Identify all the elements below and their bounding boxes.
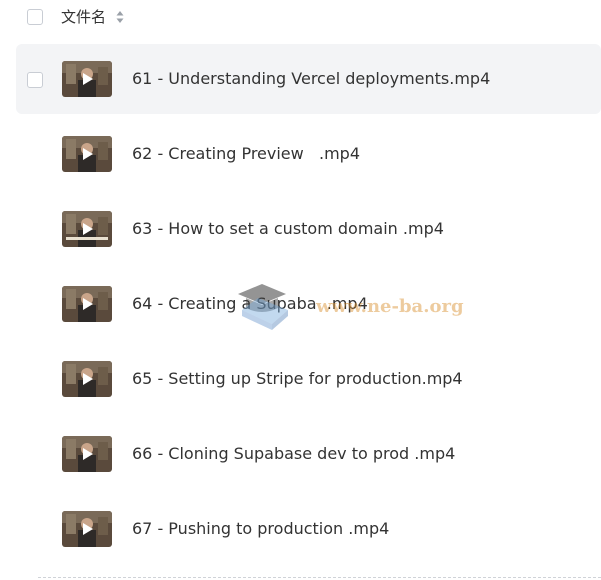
file-row[interactable]: 65 - Setting up Stripe for production.mp… xyxy=(16,344,601,414)
file-name[interactable]: 65 - Setting up Stripe for production.mp… xyxy=(132,368,463,390)
sort-icon[interactable] xyxy=(116,10,124,24)
video-thumbnail xyxy=(62,511,112,547)
video-thumbnail xyxy=(62,286,112,322)
column-header-filename[interactable]: 文件名 xyxy=(61,7,106,27)
file-row[interactable]: 61 - Understanding Vercel deployments.mp… xyxy=(16,44,601,114)
file-name[interactable]: 66 - Cloning Supabase dev to prod .mp4 xyxy=(132,443,455,465)
video-thumbnail xyxy=(62,361,112,397)
file-list-header: 文件名 xyxy=(0,0,601,38)
watermark-text: www.ne-ba.org xyxy=(316,296,464,317)
file-row[interactable]: 66 - Cloning Supabase dev to prod .mp4 xyxy=(16,419,601,489)
list-bottom-divider xyxy=(38,577,601,578)
video-thumbnail xyxy=(62,136,112,172)
file-name[interactable]: 62 - Creating Preview .mp4 xyxy=(132,143,360,165)
file-name[interactable]: 63 - How to set a custom domain .mp4 xyxy=(132,218,444,240)
file-row[interactable]: 62 - Creating Preview .mp4 xyxy=(16,119,601,189)
row-checkbox[interactable] xyxy=(27,72,43,88)
select-all-checkbox[interactable] xyxy=(27,9,43,25)
file-row[interactable]: 67 - Pushing to production .mp4 xyxy=(16,494,601,564)
video-thumbnail xyxy=(62,436,112,472)
video-thumbnail xyxy=(62,61,112,97)
video-thumbnail xyxy=(62,211,112,247)
file-row[interactable]: 63 - How to set a custom domain .mp4 xyxy=(16,194,601,264)
file-name[interactable]: 61 - Understanding Vercel deployments.mp… xyxy=(132,68,490,90)
graduation-cap-icon xyxy=(238,284,288,330)
watermark: www.ne-ba.org xyxy=(232,280,464,332)
file-name[interactable]: 67 - Pushing to production .mp4 xyxy=(132,518,389,540)
